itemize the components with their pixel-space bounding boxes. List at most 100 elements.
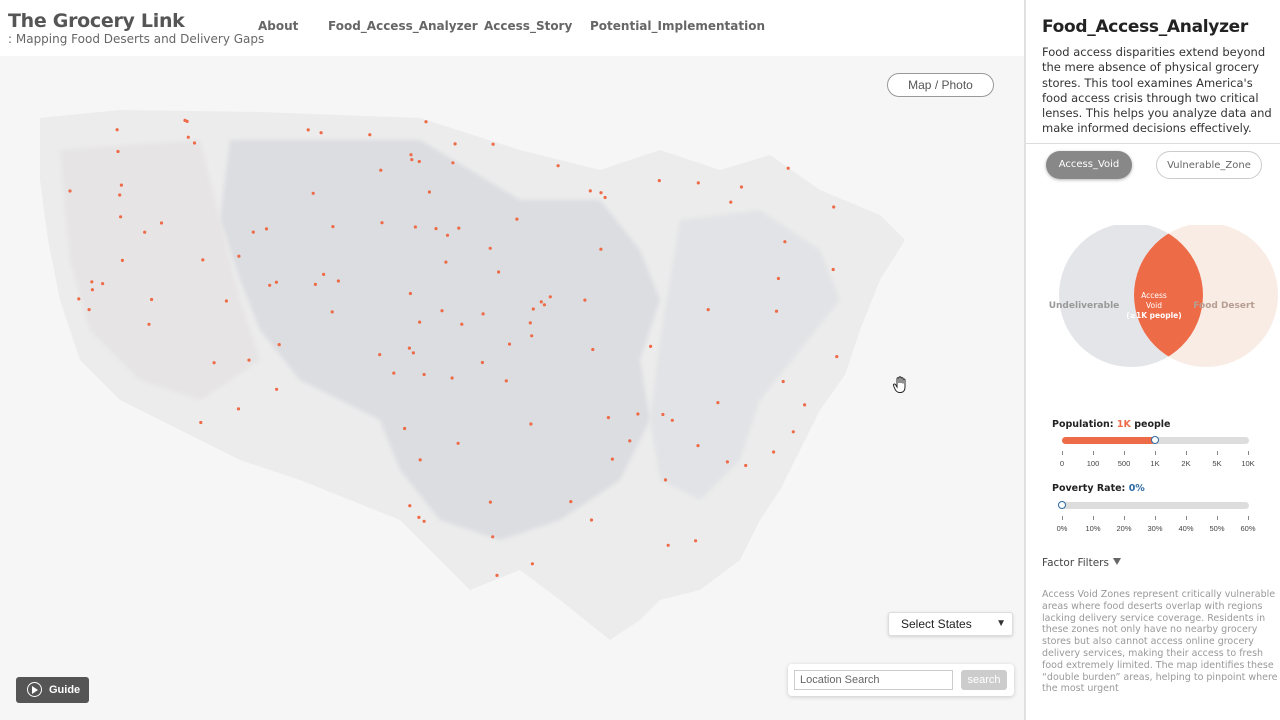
- access-void-point[interactable]: [791, 430, 795, 434]
- access-void-point[interactable]: [663, 478, 668, 482]
- access-void-point[interactable]: [440, 309, 444, 313]
- access-void-point[interactable]: [410, 158, 414, 162]
- us-map-canvas[interactable]: [0, 56, 1024, 720]
- access-void-point[interactable]: [224, 299, 228, 303]
- access-void-point[interactable]: [599, 247, 603, 251]
- access-void-point[interactable]: [322, 272, 326, 276]
- access-void-point[interactable]: [666, 543, 670, 547]
- access-void-point[interactable]: [725, 460, 730, 464]
- access-void-point[interactable]: [277, 343, 281, 347]
- access-void-point[interactable]: [772, 450, 776, 454]
- access-void-point[interactable]: [77, 297, 81, 301]
- access-void-point[interactable]: [68, 189, 72, 193]
- access-void-point[interactable]: [411, 351, 415, 355]
- access-void-point[interactable]: [739, 185, 744, 189]
- access-void-point[interactable]: [319, 131, 323, 135]
- access-void-point[interactable]: [831, 267, 835, 272]
- us-map[interactable]: [0, 56, 1024, 720]
- access-void-point[interactable]: [403, 426, 407, 431]
- access-void-point[interactable]: [427, 190, 431, 194]
- access-void-point[interactable]: [515, 217, 519, 221]
- map-photo-toggle-button[interactable]: Map / Photo: [887, 73, 994, 97]
- select-states-dropdown[interactable]: Select States ▼: [888, 612, 1013, 636]
- access-void-point[interactable]: [556, 164, 560, 168]
- access-void-point[interactable]: [491, 535, 495, 539]
- access-void-point[interactable]: [118, 193, 122, 197]
- guide-button[interactable]: Guide: [16, 677, 89, 703]
- access-void-point[interactable]: [201, 258, 205, 262]
- access-void-point[interactable]: [330, 310, 334, 314]
- access-void-point[interactable]: [729, 200, 733, 204]
- access-void-point[interactable]: [422, 372, 426, 377]
- access-void-point[interactable]: [569, 500, 573, 504]
- access-void-point[interactable]: [480, 360, 484, 365]
- access-void-point[interactable]: [716, 401, 720, 405]
- access-void-point[interactable]: [694, 539, 698, 543]
- access-void-point[interactable]: [444, 260, 448, 264]
- access-void-point[interactable]: [408, 291, 412, 296]
- access-void-point[interactable]: [409, 153, 413, 157]
- access-void-point[interactable]: [583, 298, 587, 302]
- access-void-point[interactable]: [450, 376, 454, 380]
- access-void-point[interactable]: [101, 282, 105, 286]
- access-void-point[interactable]: [306, 128, 310, 132]
- access-void-point[interactable]: [530, 334, 534, 338]
- access-void-point[interactable]: [237, 254, 241, 258]
- search-button[interactable]: search: [961, 670, 1007, 690]
- access-void-point[interactable]: [434, 227, 438, 231]
- poverty-slider-thumb[interactable]: [1058, 501, 1066, 509]
- access-void-point[interactable]: [786, 166, 790, 170]
- access-void-point[interactable]: [311, 191, 315, 195]
- population-slider-track[interactable]: [1062, 436, 1249, 444]
- access-void-point[interactable]: [445, 233, 450, 237]
- access-void-point[interactable]: [274, 280, 278, 284]
- access-void-point[interactable]: [531, 307, 535, 311]
- access-void-point[interactable]: [199, 420, 203, 425]
- access-void-point[interactable]: [507, 342, 512, 346]
- access-void-point[interactable]: [185, 119, 189, 123]
- access-void-point[interactable]: [530, 562, 535, 566]
- access-void-point[interactable]: [657, 179, 661, 183]
- access-void-point[interactable]: [548, 295, 552, 299]
- access-void-point[interactable]: [275, 387, 279, 391]
- access-void-point[interactable]: [835, 355, 839, 359]
- access-void-point[interactable]: [331, 225, 335, 229]
- access-void-point[interactable]: [413, 225, 417, 229]
- access-void-point[interactable]: [159, 221, 164, 225]
- access-void-point[interactable]: [456, 441, 460, 445]
- access-void-point[interactable]: [192, 141, 197, 145]
- access-void-point[interactable]: [591, 347, 595, 352]
- access-void-point[interactable]: [803, 403, 807, 407]
- access-void-point[interactable]: [422, 519, 426, 523]
- access-void-point[interactable]: [247, 358, 251, 362]
- access-void-point[interactable]: [457, 226, 461, 230]
- access-void-point[interactable]: [236, 407, 241, 411]
- access-void-point[interactable]: [460, 322, 464, 326]
- access-void-point[interactable]: [488, 246, 492, 250]
- access-void-point[interactable]: [539, 300, 543, 304]
- access-void-point[interactable]: [504, 379, 508, 383]
- access-void-point[interactable]: [610, 457, 615, 461]
- access-void-point[interactable]: [119, 215, 123, 219]
- access-void-point[interactable]: [603, 195, 607, 200]
- access-void-point[interactable]: [488, 500, 492, 504]
- access-void-point[interactable]: [212, 361, 216, 365]
- access-void-point[interactable]: [606, 416, 611, 420]
- access-void-point[interactable]: [783, 240, 787, 244]
- access-void-point[interactable]: [529, 422, 533, 426]
- access-void-point[interactable]: [150, 297, 154, 302]
- access-void-point[interactable]: [336, 279, 340, 283]
- access-void-point[interactable]: [491, 142, 495, 146]
- access-void-point[interactable]: [120, 258, 124, 262]
- access-void-point[interactable]: [408, 504, 412, 508]
- access-void-point[interactable]: [268, 283, 272, 287]
- access-void-point[interactable]: [186, 135, 190, 139]
- access-void-point[interactable]: [264, 227, 269, 231]
- access-void-point[interactable]: [147, 322, 151, 326]
- access-void-point[interactable]: [776, 276, 781, 281]
- access-void-point[interactable]: [368, 133, 372, 137]
- brand-title[interactable]: The Grocery Link: [8, 10, 185, 32]
- poverty-slider-track[interactable]: [1058, 501, 1249, 509]
- access-void-point[interactable]: [424, 120, 428, 124]
- access-void-point[interactable]: [589, 518, 594, 522]
